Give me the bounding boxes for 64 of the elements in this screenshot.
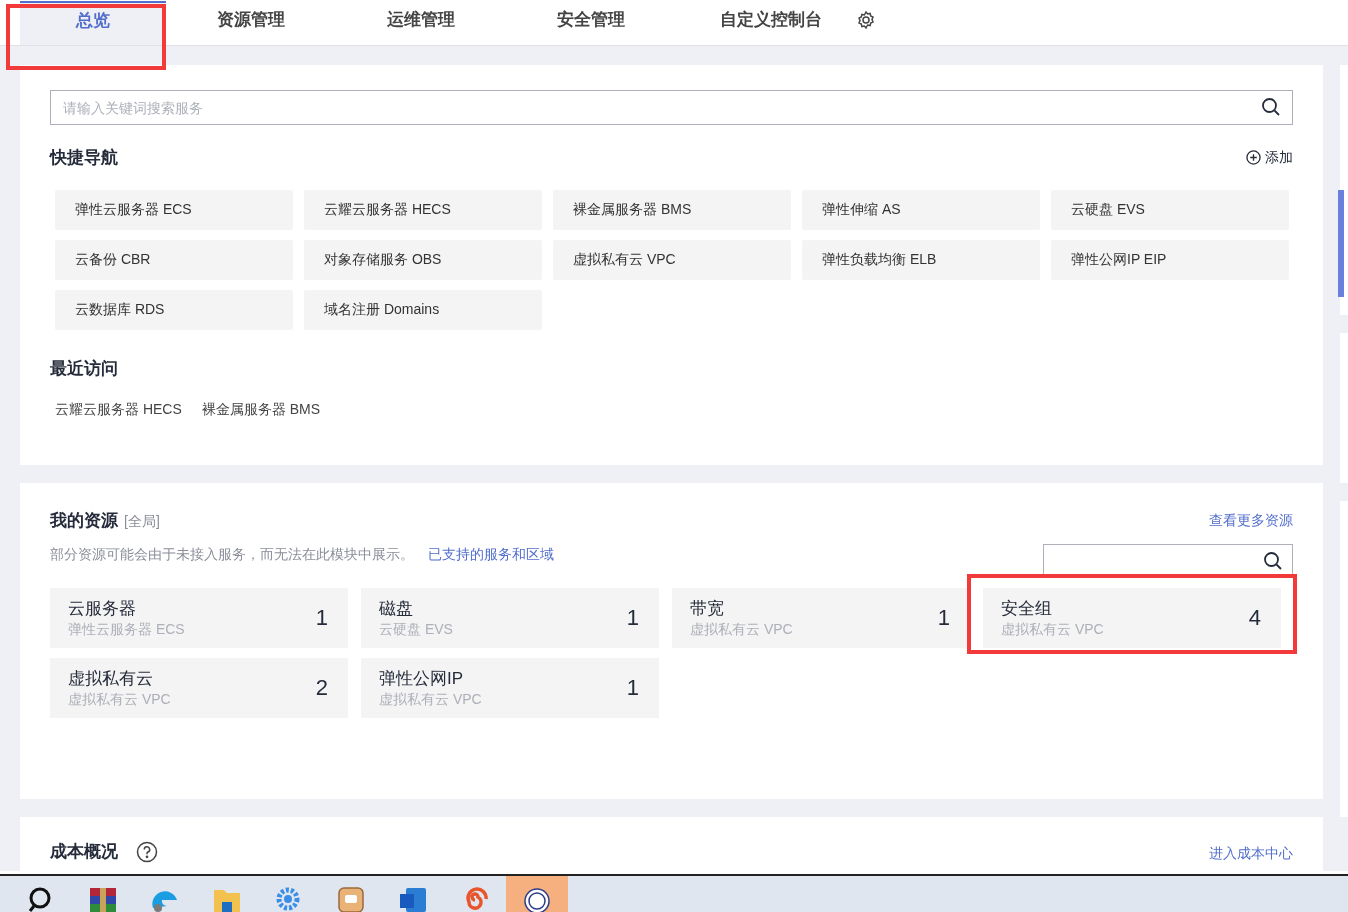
- add-button[interactable]: 添加: [1246, 147, 1293, 169]
- resource-count: 4: [1248, 604, 1261, 632]
- notice-text: 部分资源可能会由于未接入服务，而无法在此模块中展示。: [50, 544, 414, 564]
- section-title: 成本概况: [50, 841, 118, 863]
- resource-name: 弹性公网IP: [379, 667, 465, 690]
- quick-nav-item[interactable]: 云备份 CBR: [55, 239, 293, 280]
- recent-link[interactable]: 裸金属服务器 BMS: [201, 399, 321, 420]
- search-field[interactable]: 请输入关键词搜索服务: [50, 90, 1293, 125]
- resource-card[interactable]: 安全组 虚拟私有云 VPC 4: [983, 587, 1281, 648]
- search-icon[interactable]: [1261, 97, 1281, 117]
- section-title: 我的资源: [50, 510, 118, 532]
- resource-service: 虚拟私有云 VPC: [690, 619, 793, 638]
- resource-service: 云硬盘 EVS: [379, 619, 453, 638]
- resource-name: 带宽: [690, 597, 725, 620]
- chat-icon[interactable]: [336, 886, 366, 912]
- resource-service: 虚拟私有云 VPC: [68, 689, 171, 708]
- scrollbar-thumb[interactable]: [1338, 190, 1344, 297]
- cost-center-link[interactable]: 进入成本中心: [1209, 843, 1293, 864]
- resource-card[interactable]: 带宽 虚拟私有云 VPC 1: [672, 587, 970, 648]
- word-icon[interactable]: [398, 886, 428, 912]
- quick-nav-item[interactable]: 弹性公网IP EIP: [1051, 239, 1289, 280]
- plus-icon: [1246, 150, 1261, 166]
- settings-icon[interactable]: [856, 10, 876, 30]
- scope-label: [全局]: [124, 512, 160, 531]
- more-resources-link[interactable]: 查看更多资源: [1209, 510, 1293, 532]
- help-icon[interactable]: [136, 840, 158, 863]
- quick-nav-item[interactable]: 裸金属服务器 BMS: [553, 189, 791, 230]
- resource-name: 虚拟私有云: [68, 667, 154, 690]
- taskbar-button[interactable]: [506, 876, 568, 912]
- search-icon[interactable]: [1263, 550, 1283, 571]
- quick-nav-item[interactable]: 弹性伸缩 AS: [802, 189, 1040, 230]
- resource-card[interactable]: 磁盘 云硬盘 EVS 1: [361, 587, 659, 648]
- resource-service: 虚拟私有云 VPC: [379, 689, 482, 708]
- resource-count: 2: [315, 674, 328, 702]
- section-title: 最近访问: [50, 357, 118, 380]
- resource-name: 安全组: [1001, 597, 1053, 620]
- nav-tab[interactable]: 运维管理: [336, 1, 506, 45]
- resource-service: 虚拟私有云 VPC: [1001, 619, 1104, 638]
- archive-icon[interactable]: [88, 886, 118, 912]
- resource-count: 1: [626, 674, 639, 702]
- supported-services-link[interactable]: 已支持的服务和区域: [428, 543, 554, 565]
- quick-nav-item[interactable]: 对象存储服务 OBS: [304, 239, 542, 280]
- resource-count: 1: [626, 604, 639, 632]
- quick-nav-item[interactable]: 云数据库 RDS: [55, 289, 293, 330]
- recent-link[interactable]: 云耀云服务器 HECS: [55, 399, 182, 420]
- resource-card[interactable]: 弹性公网IP 虚拟私有云 VPC 1: [361, 657, 659, 718]
- quick-nav-item[interactable]: 弹性负载均衡 ELB: [802, 239, 1040, 280]
- nav-tab[interactable]: 资源管理: [166, 1, 336, 45]
- quick-nav-item[interactable]: 域名注册 Domains: [304, 289, 542, 330]
- quick-nav-item[interactable]: 云硬盘 EVS: [1051, 189, 1289, 230]
- quick-nav-item[interactable]: 云耀云服务器 HECS: [304, 189, 542, 230]
- resource-name: 云服务器: [68, 597, 137, 620]
- resource-count: 1: [937, 604, 950, 632]
- nav-tab[interactable]: 安全管理: [506, 1, 676, 45]
- quick-nav-item[interactable]: 弹性云服务器 ECS: [55, 189, 293, 230]
- resource-service: 弹性云服务器 ECS: [68, 619, 185, 638]
- nav-tab[interactable]: 自定义控制台: [676, 1, 866, 45]
- resource-name: 磁盘: [379, 597, 414, 620]
- resource-card[interactable]: 云服务器 弹性云服务器 ECS 1: [50, 587, 348, 648]
- seal-icon[interactable]: [522, 886, 552, 912]
- resource-card[interactable]: 虚拟私有云 虚拟私有云 VPC 2: [50, 657, 348, 718]
- quick-nav-item[interactable]: 虚拟私有云 VPC: [553, 239, 791, 280]
- resource-count: 1: [315, 604, 328, 632]
- section-title: 快捷导航: [50, 147, 118, 169]
